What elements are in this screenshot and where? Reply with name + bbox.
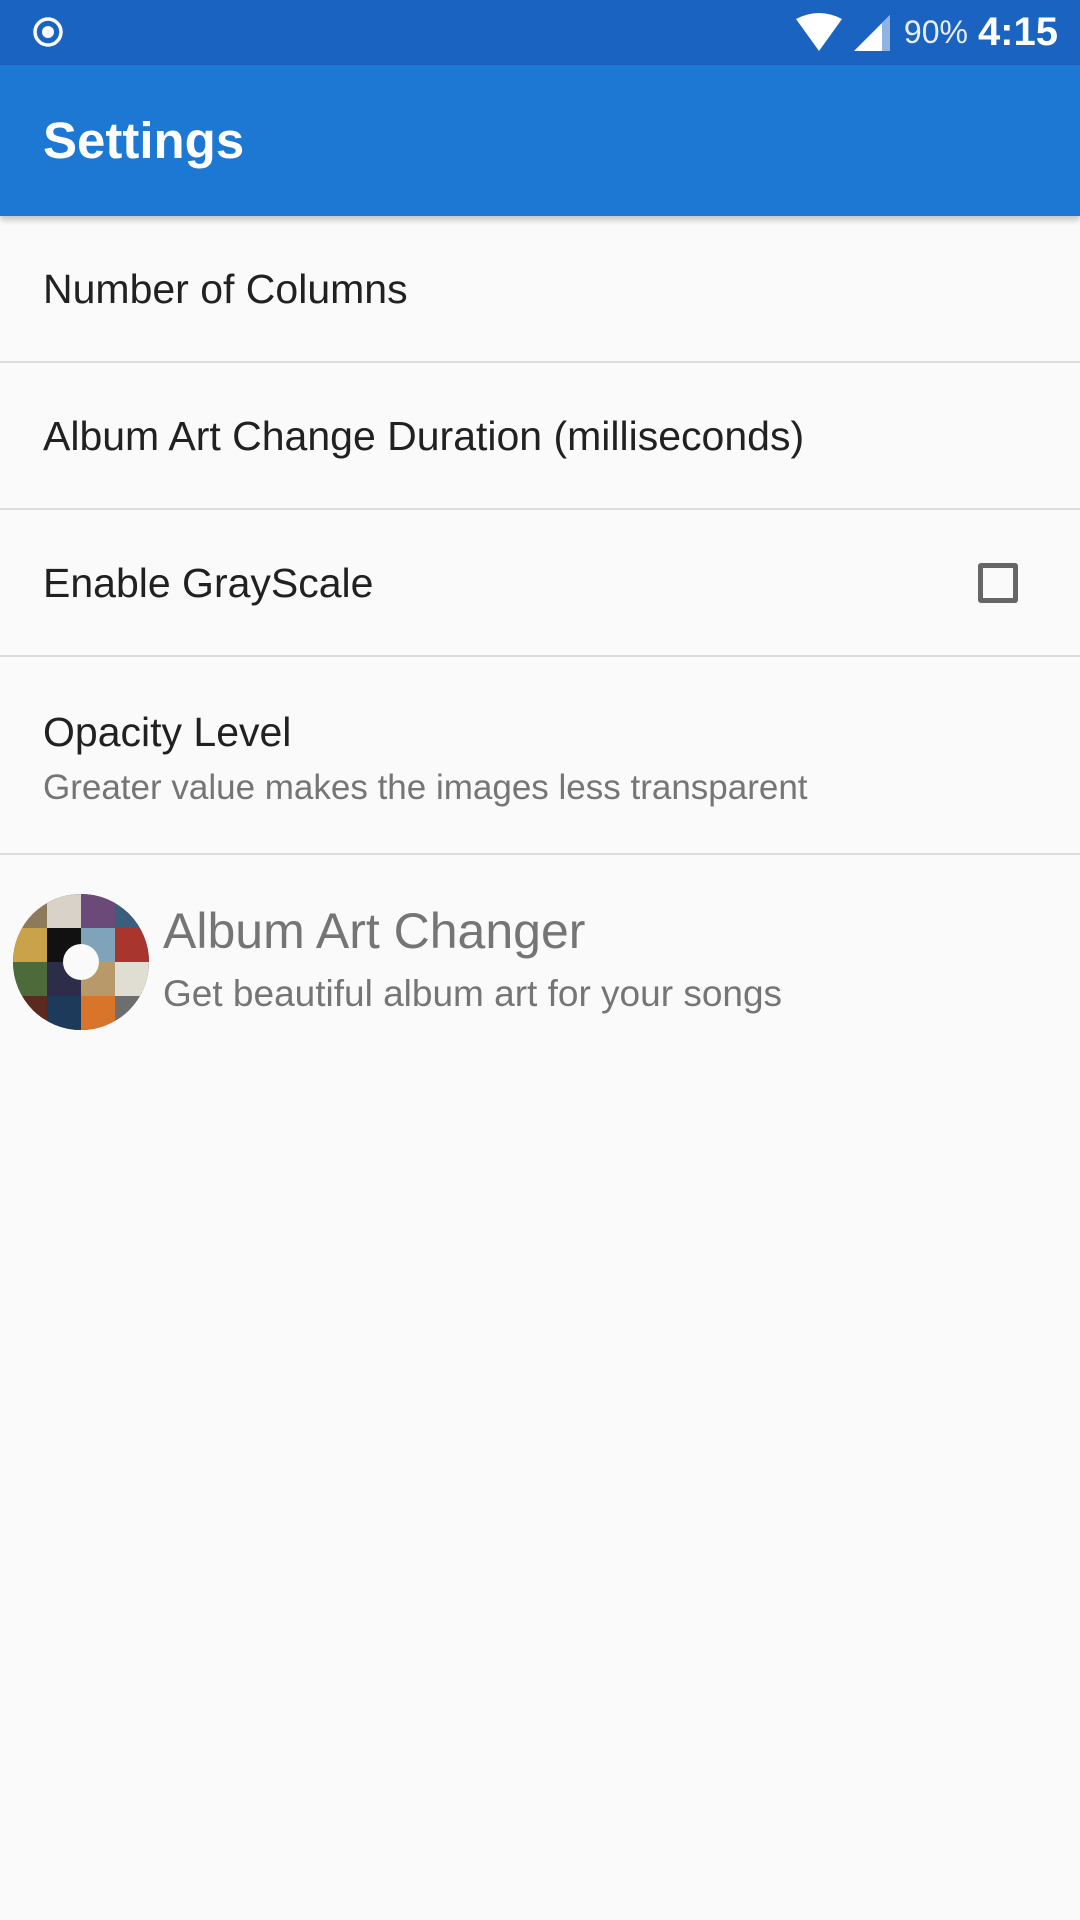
about-subtitle: Get beautiful album art for your songs	[163, 973, 783, 1014]
grayscale-checkbox[interactable]	[978, 563, 1018, 603]
page-title: Settings	[43, 112, 245, 169]
battery-percentage: 90%	[903, 14, 968, 50]
preference-list: Number of Columns Album Art Change Durat…	[0, 216, 1080, 855]
pref-opacity-level[interactable]: Opacity Level Greater value makes the im…	[0, 657, 1080, 855]
clock-time: 4:15	[977, 10, 1058, 54]
pref-title: Enable GrayScale	[43, 560, 374, 606]
pref-title: Number of Columns	[43, 266, 408, 312]
settings-screen: 90% 4:15 Settings Number of Columns Albu…	[0, 0, 1080, 1920]
cell-signal-icon	[853, 14, 890, 51]
about-title: Album Art Changer	[163, 903, 586, 959]
pref-number-of-columns[interactable]: Number of Columns	[0, 216, 1080, 363]
status-right-group: 90% 4:15	[794, 0, 1058, 65]
pref-enable-grayscale[interactable]: Enable GrayScale	[0, 510, 1080, 657]
status-bar: 90% 4:15	[0, 0, 1080, 65]
pref-album-art-change-duration[interactable]: Album Art Change Duration (milliseconds)	[0, 363, 1080, 510]
app-bar: Settings	[0, 65, 1080, 216]
pref-title: Album Art Change Duration (milliseconds)	[43, 413, 805, 459]
album-art-logo-icon	[13, 894, 149, 1030]
wifi-icon	[795, 12, 842, 51]
record-icon	[33, 17, 63, 47]
pref-summary: Greater value makes the images less tran…	[43, 768, 808, 807]
pref-title: Opacity Level	[43, 709, 292, 755]
about-app-row[interactable]: Album Art Changer Get beautiful album ar…	[0, 883, 1080, 1043]
